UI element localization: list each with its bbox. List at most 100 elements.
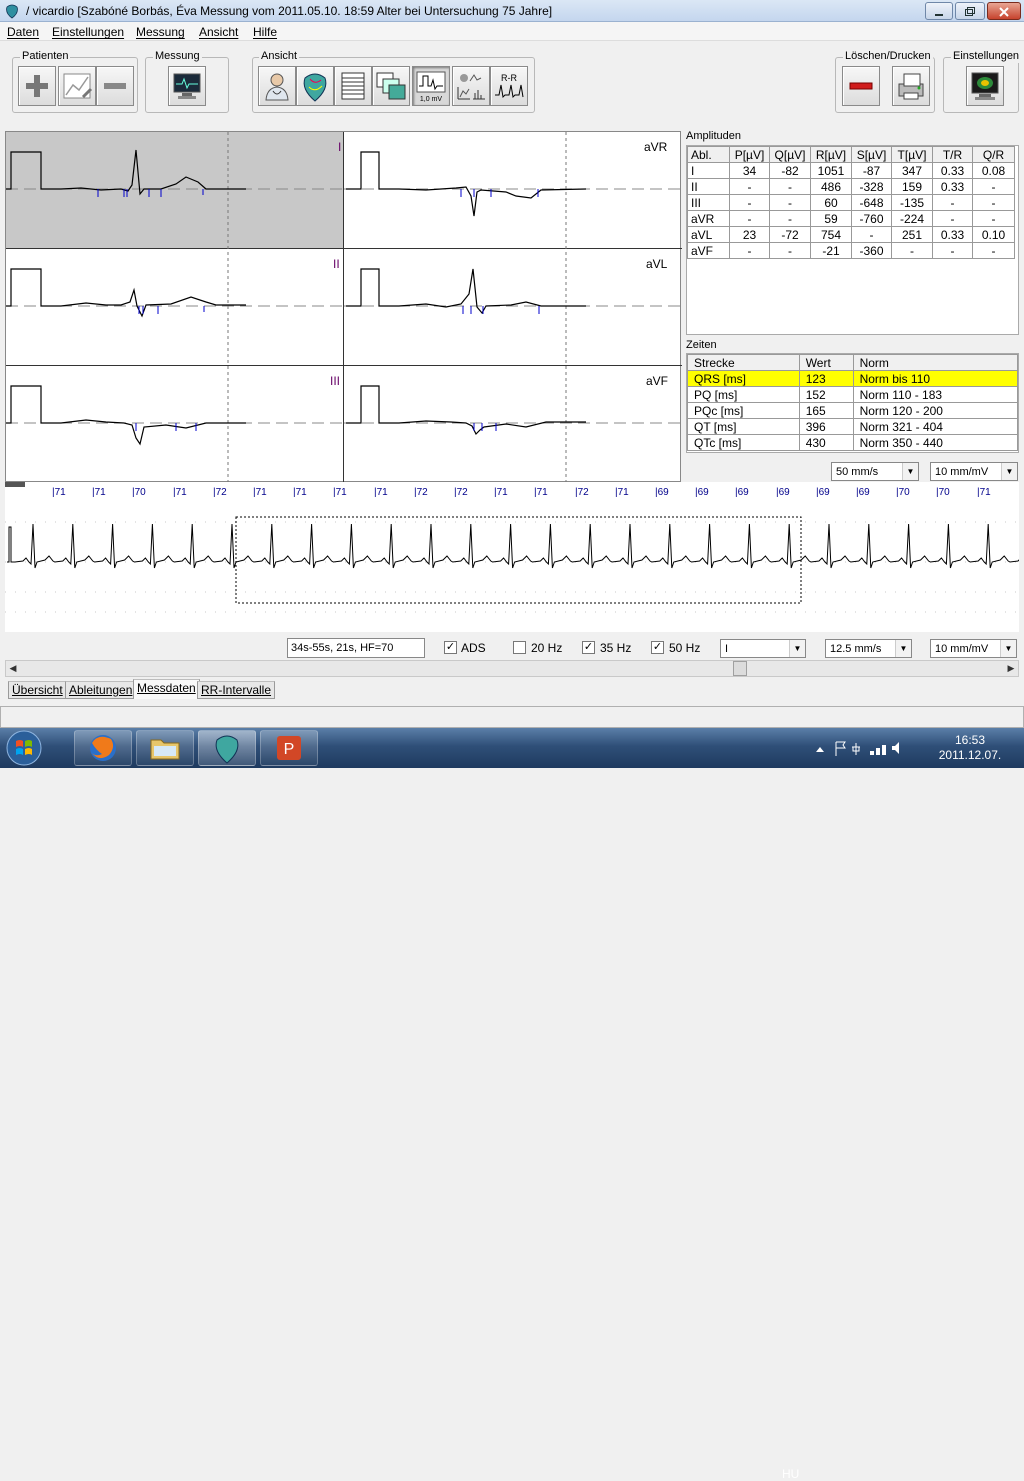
multi-view-button[interactable] — [372, 66, 410, 106]
table-row[interactable]: aVF - - -21 -360- - - — [687, 242, 1015, 259]
taskbar-explorer[interactable] — [136, 730, 194, 766]
clock[interactable]: 16:53 2011.12.07. — [930, 733, 1010, 763]
amp-header: T[µV] — [891, 146, 933, 163]
table-cell: -648 — [851, 194, 892, 211]
delete-button[interactable] — [842, 66, 880, 106]
settings-monitor-icon — [971, 72, 999, 100]
lead-select-value: I — [725, 643, 729, 655]
mv-label: 1,0 mV — [420, 96, 443, 103]
edit-patient-button[interactable] — [58, 66, 96, 106]
rr-wave-icon: R-R — [495, 73, 524, 99]
menu-messung[interactable]: Messung — [136, 25, 185, 39]
rr-value: |72 — [213, 487, 227, 498]
table-cell: - — [769, 178, 811, 195]
tab-uebersicht[interactable]: Übersicht — [8, 681, 67, 699]
strip-gain-value: 10 mm/mV — [935, 643, 989, 655]
table-cell: - — [932, 242, 973, 259]
strip-gain-select[interactable]: 10 mm/mV ▼ — [930, 639, 1017, 658]
table-cell: -72 — [769, 226, 811, 243]
chevron-down-icon: ▼ — [1001, 463, 1017, 480]
taskbar-powerpoint[interactable]: P — [260, 730, 318, 766]
menu-einstellungen[interactable]: Einstellungen — [52, 25, 124, 39]
taskbar-firefox[interactable] — [74, 730, 132, 766]
info-field[interactable]: 34s-55s, 21s, HF=70 — [287, 638, 425, 658]
status-bar — [0, 706, 1024, 728]
table-row[interactable]: II - -486 -328 159 0.33- — [687, 178, 1015, 195]
20hz-checkbox[interactable] — [513, 641, 526, 654]
50hz-checkbox[interactable]: ✓ — [651, 641, 664, 654]
menu-ansicht[interactable]: Ansicht — [199, 25, 238, 39]
group-messung-label: Messung — [153, 50, 202, 63]
table-row[interactable]: PQ [ms] 152 Norm 110 - 183 — [687, 386, 1019, 403]
volume-icon — [892, 742, 899, 754]
table-row[interactable]: I 34 -82 1051 -87 347 0.33 0.08 — [687, 162, 1015, 179]
table-cell: - — [972, 210, 1015, 227]
table-cell: Norm 110 - 183 — [852, 386, 1019, 403]
table-cell: Norm 321 - 404 — [852, 418, 1019, 435]
menu-hilfe[interactable]: Hilfe — [253, 25, 277, 39]
table-row[interactable]: III - -60 -648 -135- - — [687, 194, 1015, 211]
amp-header: T/R — [932, 146, 973, 163]
table-cell: aVF — [687, 242, 730, 259]
language-indicator[interactable]: HU — [782, 1467, 799, 1481]
tab-ableitungen[interactable]: Ableitungen — [65, 681, 137, 699]
scroll-thumb[interactable] — [733, 661, 747, 676]
group-loeschen-label: Löschen/Drucken — [843, 50, 933, 63]
patient-view-button[interactable] — [258, 66, 296, 106]
group-patienten-label: Patienten — [20, 50, 71, 63]
rr-value: |72 — [454, 487, 468, 498]
zeit-header: Wert — [798, 354, 854, 371]
measurement-button[interactable] — [168, 66, 206, 106]
powerpoint-icon: P — [277, 736, 301, 760]
tab-messdaten[interactable]: Messdaten — [133, 679, 200, 699]
zeiten-table: Strecke Wert Norm QRS [ms] 123 Norm bis 11… — [687, 354, 1019, 451]
lead-select[interactable]: I ▼ — [720, 639, 806, 658]
ads-checkbox[interactable]: ✓ — [444, 641, 457, 654]
rr-value: |69 — [776, 487, 790, 498]
rr-value: |72 — [414, 487, 428, 498]
horizontal-scrollbar[interactable]: ◀ ▶ — [5, 660, 1019, 677]
tray-icons[interactable] — [812, 738, 902, 758]
table-row[interactable]: aVR - -59 -760 -224- - — [687, 210, 1015, 227]
ecg-speed-select[interactable]: 50 mm/s ▼ — [831, 462, 919, 481]
taskbar-vicardio[interactable] — [198, 730, 256, 766]
minimize-button[interactable] — [925, 2, 953, 20]
calibration-view-button[interactable]: 1,0 mV — [412, 66, 450, 106]
marker-ticks — [97, 189, 540, 431]
menu-daten[interactable]: Daten — [7, 25, 39, 39]
table-cell: aVR — [687, 210, 730, 227]
heart-view-button[interactable] — [296, 66, 334, 106]
table-cell: 0.33 — [932, 162, 973, 179]
tab-rr-intervalle[interactable]: RR-Intervalle — [197, 681, 276, 699]
scroll-left-icon[interactable]: ◀ — [6, 661, 20, 676]
delete-patient-button[interactable] — [96, 66, 134, 106]
ecg-gain-select[interactable]: 10 mm/mV ▼ — [930, 462, 1018, 481]
table-cell: 0.33 — [932, 226, 973, 243]
table-row[interactable]: QT [ms] 396 Norm 321 - 404 — [687, 418, 1019, 435]
table-cell: PQc [ms] — [687, 402, 800, 419]
scatter-view-button[interactable] — [452, 66, 490, 106]
rhythm-strip[interactable] — [5, 482, 1019, 632]
rr-value: |71 — [374, 487, 388, 498]
rr-view-button[interactable]: R-R — [490, 66, 528, 106]
doctor-icon — [265, 73, 289, 101]
table-row[interactable]: PQc [ms] 165 Norm 120 - 200 — [687, 402, 1019, 419]
print-button[interactable] — [892, 66, 930, 106]
add-patient-button[interactable] — [18, 66, 56, 106]
settings-button[interactable] — [966, 66, 1004, 106]
strip-speed-select[interactable]: 12.5 mm/s ▼ — [825, 639, 912, 658]
maximize-button[interactable] — [955, 2, 985, 20]
table-view-button[interactable] — [334, 66, 372, 106]
scroll-right-icon[interactable]: ▶ — [1004, 661, 1018, 676]
start-button[interactable] — [4, 729, 44, 767]
table-row[interactable]: QRS [ms] 123 Norm bis 110 — [687, 370, 1019, 387]
table-row[interactable]: QTc [ms] 430 Norm 350 - 440 — [687, 434, 1019, 451]
rhythm-strip-svg — [5, 482, 1019, 613]
table-cell: 152 — [798, 386, 854, 403]
clock-time: 16:53 — [954, 733, 986, 747]
table-row[interactable]: aVL 23 -72 754-251 0.33 0.10 — [687, 226, 1015, 243]
table-cell: 0.08 — [972, 162, 1015, 179]
35hz-checkbox[interactable]: ✓ — [582, 641, 595, 654]
close-button[interactable] — [987, 2, 1021, 20]
rr-value: |71 — [253, 487, 267, 498]
